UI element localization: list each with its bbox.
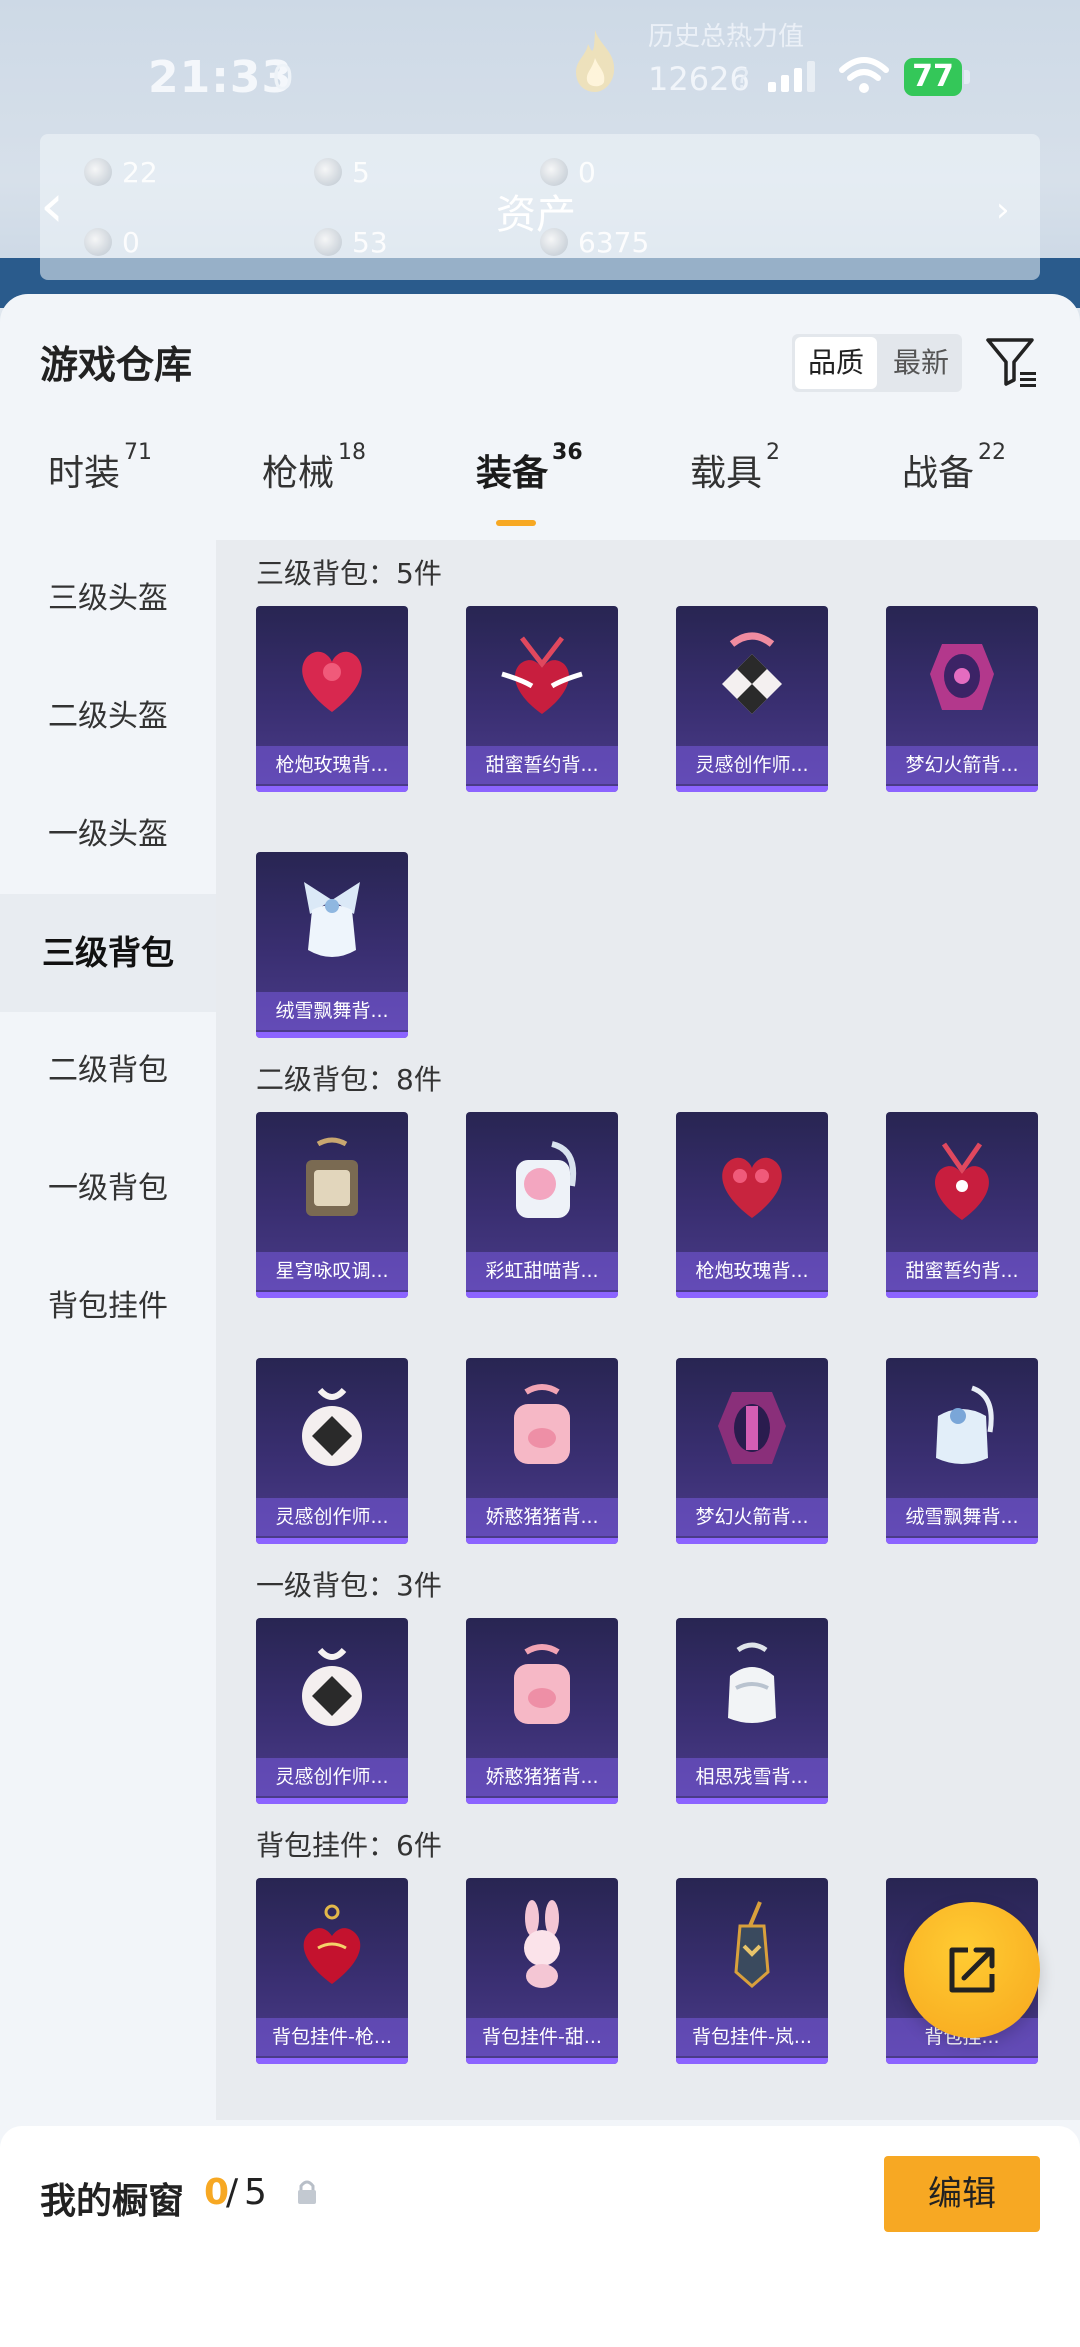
tab-equipment[interactable]: 装备36 (476, 440, 583, 496)
section-title: 三级背包：5件 (256, 557, 442, 590)
showcase-separator: / (226, 2172, 239, 2213)
rose-backpack-icon (302, 651, 362, 712)
heart-pendant-icon (303, 1904, 361, 1984)
sort-toggle: 品质 最新 (792, 334, 962, 392)
item-card[interactable]: 枪炮玫瑰背... (256, 606, 408, 792)
pig-backpack-icon (514, 1644, 570, 1724)
history-heat-label: 历史总热力值 (648, 22, 805, 52)
star-backpack-icon (306, 1137, 358, 1216)
lock-icon (298, 2180, 316, 2204)
share-icon (949, 1947, 995, 1993)
item-card[interactable]: 甜蜜誓约背... (466, 606, 618, 792)
section-title: 一级背包：3件 (256, 1569, 442, 1602)
item-card[interactable]: 星穹咏叹调... (256, 1112, 408, 1298)
tab-supplies[interactable]: 战备22 (902, 440, 1006, 496)
asset-item: 53 (314, 222, 388, 262)
signal-icon (768, 61, 815, 92)
flame-icon (576, 30, 615, 92)
active-tab-indicator (496, 520, 536, 526)
snow-backpack-icon (304, 882, 360, 957)
item-card[interactable]: 灵感创作师... (256, 1618, 408, 1804)
item-card[interactable]: 绒雪飘舞背... (886, 1358, 1038, 1544)
rocket-backpack-icon (930, 644, 994, 710)
wifi-icon (839, 57, 889, 93)
rose-backpack-icon (722, 1157, 782, 1218)
sidebar-item-backpack-3[interactable]: 三级背包 (0, 894, 216, 1012)
help-icon[interactable]: ? (735, 62, 750, 95)
coin-icon (540, 228, 568, 256)
snow-backpack-icon (936, 1385, 994, 1464)
item-card[interactable]: 甜蜜誓约背... (886, 1112, 1038, 1298)
share-fab-button[interactable] (904, 1902, 1040, 2038)
tab-fashion[interactable]: 时装71 (48, 440, 152, 496)
snow-remnant-backpack-icon (728, 1642, 776, 1723)
sidebar-item-helmet-1[interactable]: 一级头盔 (0, 776, 216, 894)
asset-item: 0 (84, 222, 140, 262)
asset-item: 6375 (540, 222, 649, 262)
item-card[interactable]: 灵感创作师... (256, 1358, 408, 1544)
item-grid: 三级背包：5件 枪炮玫瑰背... 甜蜜誓约背... 灵感创作师... 梦幻火箭背… (216, 540, 1080, 2120)
item-card[interactable]: 绒雪飘舞背... (256, 852, 408, 1038)
showcase-label: 我的橱窗 (40, 2181, 185, 2222)
item-card[interactable]: 背包挂件-枪... (256, 1878, 408, 2064)
sidebar-item-backpack-1[interactable]: 一级背包 (0, 1130, 216, 1248)
badge-pendant-icon (734, 1901, 770, 1988)
coin-icon (84, 228, 112, 256)
item-card[interactable]: 娇憨猪猪背... (466, 1358, 618, 1544)
coin-icon (314, 228, 342, 256)
pig-backpack-icon (514, 1384, 570, 1464)
heart-backpack-icon (501, 636, 583, 714)
showcase-bar: 我的橱窗 0 / 5 编辑 (0, 2126, 1080, 2347)
sort-newest-button[interactable]: 最新 (880, 334, 962, 392)
warehouse-sheet: 游戏仓库 品质 最新 时装71 枪械18 装备36 载具2 战备22 三级头盔 … (0, 294, 1080, 2347)
sidebar-item-helmet-3[interactable]: 三级头盔 (0, 540, 216, 658)
section-title: 背包挂件：6件 (256, 1829, 442, 1862)
heart-backpack-icon (935, 1142, 989, 1220)
tab-vehicles[interactable]: 载具2 (690, 440, 780, 496)
battery-level: 77 (904, 58, 962, 96)
item-card[interactable]: 梦幻火箭背... (886, 606, 1038, 792)
back-arrow-icon[interactable]: ‹ (40, 176, 64, 236)
sidebar-item-pendant[interactable]: 背包挂件 (0, 1248, 216, 1366)
item-card[interactable]: 枪炮玫瑰背... (676, 1112, 828, 1298)
asset-item: 0 (540, 152, 596, 192)
asset-item: 5 (314, 152, 370, 192)
sidebar: 三级头盔 二级头盔 一级头盔 三级背包 二级背包 一级背包 背包挂件 (0, 540, 216, 2120)
showcase-total: 5 (244, 2172, 267, 2213)
clown-backpack-icon (722, 632, 782, 714)
item-card[interactable]: 背包挂件-甜... (466, 1878, 618, 2064)
item-card[interactable]: 彩虹甜喵背... (466, 1112, 618, 1298)
category-tabs: 时装71 枪械18 装备36 载具2 战备22 (0, 440, 1080, 524)
asset-item: 22 (84, 152, 158, 192)
item-card[interactable]: 梦幻火箭背... (676, 1358, 828, 1544)
coin-icon (84, 158, 112, 186)
battery-tip (964, 70, 970, 84)
filter-icon[interactable] (984, 334, 1040, 390)
status-extra: 0 (272, 58, 294, 98)
tab-guns[interactable]: 枪械18 (262, 440, 366, 496)
item-card[interactable]: 背包挂件-岚... (676, 1878, 828, 2064)
cat-backpack-icon (516, 1141, 576, 1218)
edit-button[interactable]: 编辑 (884, 2156, 1040, 2232)
item-card[interactable]: 相思残雪背... (676, 1618, 828, 1804)
coin-icon (314, 158, 342, 186)
sort-quality-button[interactable]: 品质 (795, 337, 877, 389)
bunny-pendant-icon (524, 1900, 560, 1988)
item-card[interactable]: 娇憨猪猪背... (466, 1618, 618, 1804)
clown-backpack-icon (302, 1387, 362, 1466)
rocket-backpack-icon (718, 1392, 786, 1464)
page-title: 游戏仓库 (40, 343, 193, 387)
item-card[interactable]: 灵感创作师... (676, 606, 828, 792)
sidebar-item-backpack-2[interactable]: 二级背包 (0, 1012, 216, 1130)
sidebar-item-helmet-2[interactable]: 二级头盔 (0, 658, 216, 776)
clown-backpack-icon (302, 1647, 362, 1726)
coin-icon (540, 158, 568, 186)
chevron-right-icon[interactable]: › (996, 190, 1010, 230)
section-title: 二级背包：8件 (256, 1063, 442, 1096)
